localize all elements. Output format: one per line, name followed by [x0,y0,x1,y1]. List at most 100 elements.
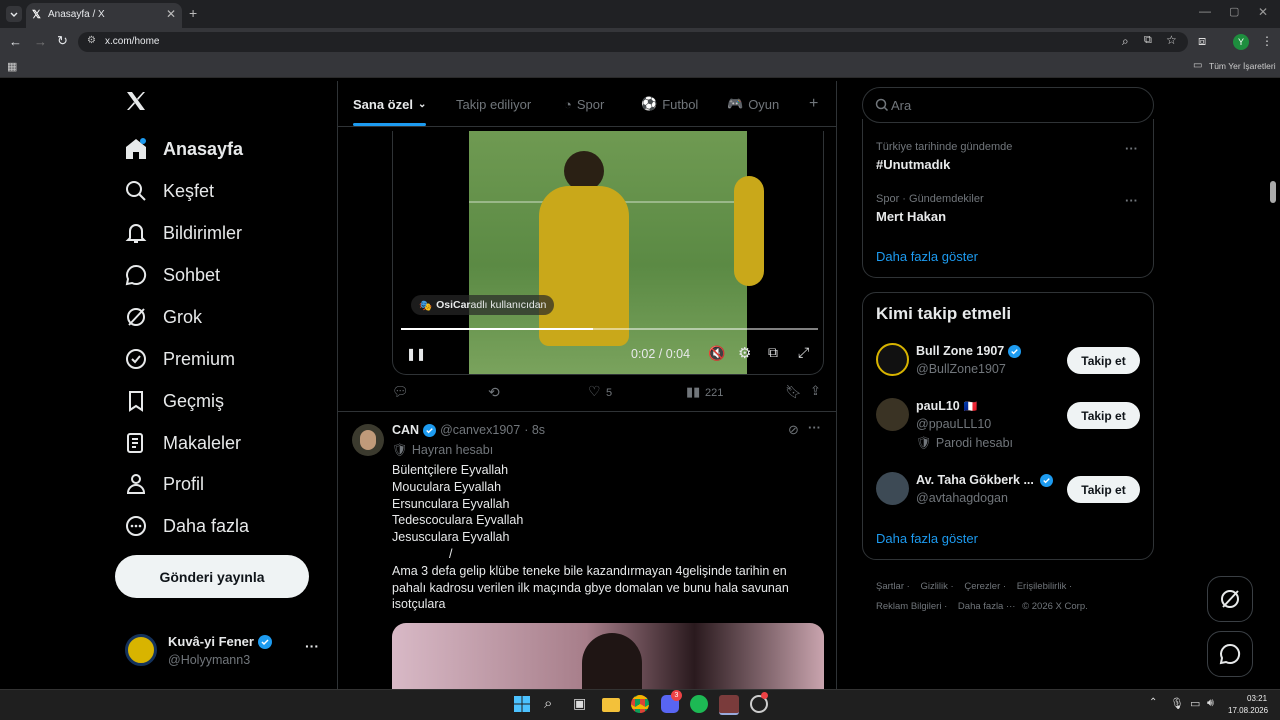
more-icon[interactable]: ··· [1125,193,1138,208]
footer-link[interactable]: Daha fazla ··· [958,601,1016,612]
pause-icon[interactable]: ❚❚ [406,347,426,361]
post-button[interactable]: Gönderi yayınla [115,555,309,598]
tweet[interactable]: CAN @canvex1907 · 8s ⊘ ··· 🛡 Hayran hesab… [338,412,836,689]
nav-grok[interactable]: Grok [124,299,202,335]
fullscreen-icon[interactable]: ⤢ [798,344,809,361]
reply-icon[interactable]: 💬︎ [392,384,409,400]
views-icon[interactable]: ▮▮ [686,384,700,400]
footer-link[interactable]: Çerezler [964,581,1000,592]
author-name[interactable]: CAN [392,423,419,437]
video-player[interactable]: 🎭 OsiCar adlı kullanıcıdan ❚❚ 0:02 / 0:0… [392,131,824,375]
follow-button[interactable]: Takip et [1067,402,1140,429]
tweet-media[interactable] [392,623,824,689]
profile-avatar[interactable]: Y [1233,34,1249,50]
bookmark-icon[interactable]: 🔖︎ [785,384,802,400]
player-head [564,151,604,191]
footer-link[interactable]: Erişilebilirlik [1017,581,1067,592]
menu-icon[interactable]: ⋮ [1261,34,1273,48]
microphone-icon[interactable]: 🎙︎ [1170,697,1190,717]
tweet-time[interactable]: · 8s [524,423,545,437]
forward-icon[interactable]: → [34,34,47,49]
footer-link[interactable]: Şartlar [876,581,904,592]
footer-link[interactable]: Reklam Bilgileri [876,601,941,612]
video-source-pill[interactable]: 🎭 OsiCar adlı kullanıcıdan [411,295,555,315]
search-icon[interactable]: ⌕ [544,695,564,715]
like-icon[interactable]: ♡ [588,383,601,400]
apps-grid-icon[interactable]: ▦ [7,60,17,73]
reload-icon[interactable]: ↻ [57,33,68,49]
task-view-icon[interactable]: ▣ [573,695,593,715]
nav-articles[interactable]: Makaleler [124,425,241,461]
account-switcher[interactable]: Kuvâ-yi Fener @Holyymann3 ··· [115,624,337,676]
settings-app-icon[interactable] [750,692,768,713]
spotify-icon[interactable] [690,695,708,713]
messages-fab[interactable] [1207,631,1253,677]
nav-premium[interactable]: Premium [124,341,235,377]
follow-suggestion[interactable]: Bull Zone 1907 @BullZone1907 Takip et [863,341,1153,391]
clock-date[interactable]: 17.08.2026 [1228,706,1268,715]
show-more-link[interactable]: Daha fazla göster [876,531,978,546]
show-more-link[interactable]: Daha fazla göster [876,249,978,264]
restore-icon[interactable]: ▢ [1229,5,1239,18]
video-progress-track[interactable] [401,328,818,330]
tab-following[interactable]: Takip ediliyor [456,81,531,127]
repost-icon[interactable]: ⟲ [488,384,500,401]
grok-icon[interactable]: ⊘ [788,422,799,438]
app-icon[interactable] [719,695,739,715]
nav-notifications[interactable]: Bildirimler [124,215,242,251]
address-bar[interactable]: ⚙ x.com/home ⌕ ⧉ ☆ [78,32,1188,52]
scrollbar-thumb[interactable] [1270,181,1276,203]
pip-icon[interactable]: ⧉ [768,344,778,361]
nav-more[interactable]: Daha fazla [124,508,249,544]
new-tab-icon[interactable]: + [189,5,197,21]
site-info-icon[interactable]: ⚙ [87,35,96,46]
add-tab-icon[interactable]: + [809,81,818,127]
trend-item[interactable]: Spor · Gündemdekiler Mert Hakan ··· [863,183,1153,227]
chevron-up-icon[interactable]: ⌃ [1149,697,1169,717]
more-icon[interactable]: ··· [305,638,319,654]
trend-item[interactable]: Türkiye tarihinde gündemde #Unutmadık ··… [863,131,1153,175]
nav-home[interactable]: Anasayfa [124,131,243,167]
nav-chat[interactable]: Sohbet [124,257,220,293]
install-icon[interactable]: ⧉ [1144,34,1152,47]
all-bookmarks-link[interactable]: Tüm Yer İşaretleri [1209,61,1276,71]
suggestion-name-row: Bull Zone 1907 [916,344,1022,358]
tab-search-button[interactable] [6,6,22,22]
search-box[interactable]: Ara [862,87,1154,123]
zoom-icon[interactable]: ⌕ [1122,34,1129,49]
follow-button[interactable]: Takip et [1067,347,1140,374]
file-explorer-icon[interactable] [602,698,620,712]
footer-link[interactable]: Gizlilik [920,581,947,592]
more-icon[interactable]: ··· [1125,141,1138,156]
x-logo-icon[interactable] [124,89,148,113]
chrome-icon[interactable] [631,695,649,713]
discord-icon[interactable]: 3 [661,690,682,713]
avatar[interactable] [352,424,384,456]
settings-icon[interactable]: ⚙ [738,344,751,362]
mute-icon[interactable]: 🔇 [708,345,725,362]
tab-football[interactable]: ⚽ Futbol [641,81,698,127]
star-icon[interactable]: ☆ [1166,33,1177,47]
share-icon[interactable]: ⇪ [810,383,821,399]
follow-suggestion[interactable]: pauL10 🇫🇷 @ppauLLL10 🛡 Parodi hesabı Taki… [863,396,1153,456]
grok-fab[interactable] [1207,576,1253,622]
nav-profile[interactable]: Profil [124,466,204,502]
tab-sports[interactable]: ◔ Spor [564,81,604,127]
back-icon[interactable]: ← [9,34,22,49]
author-handle[interactable]: @canvex1907 [440,423,520,437]
minimize-icon[interactable]: — [1199,4,1211,18]
window-close-icon[interactable]: ✕ [1258,5,1268,19]
follow-suggestion[interactable]: Av. Taha Gökberk ... @avtahagdogan Takip… [863,470,1153,520]
close-icon[interactable]: ✕ [166,7,176,21]
extensions-icon[interactable]: ⧈ [1198,33,1206,49]
windows-start-icon[interactable] [513,695,533,715]
browser-tab[interactable]: 𝕏 Anasayfa / X ✕ [26,3,182,28]
tab-for-you[interactable]: Sana özel ⌄ [353,81,426,127]
volume-icon[interactable]: 🔊︎ [1207,697,1227,717]
nav-bookmarks[interactable]: Geçmiş [124,383,224,419]
clock-time[interactable]: 03:21 [1247,694,1267,703]
nav-explore[interactable]: Keşfet [124,173,214,209]
tab-gaming[interactable]: 🎮 Oyun [727,81,779,127]
more-icon[interactable]: ··· [808,420,821,435]
follow-button[interactable]: Takip et [1067,476,1140,503]
